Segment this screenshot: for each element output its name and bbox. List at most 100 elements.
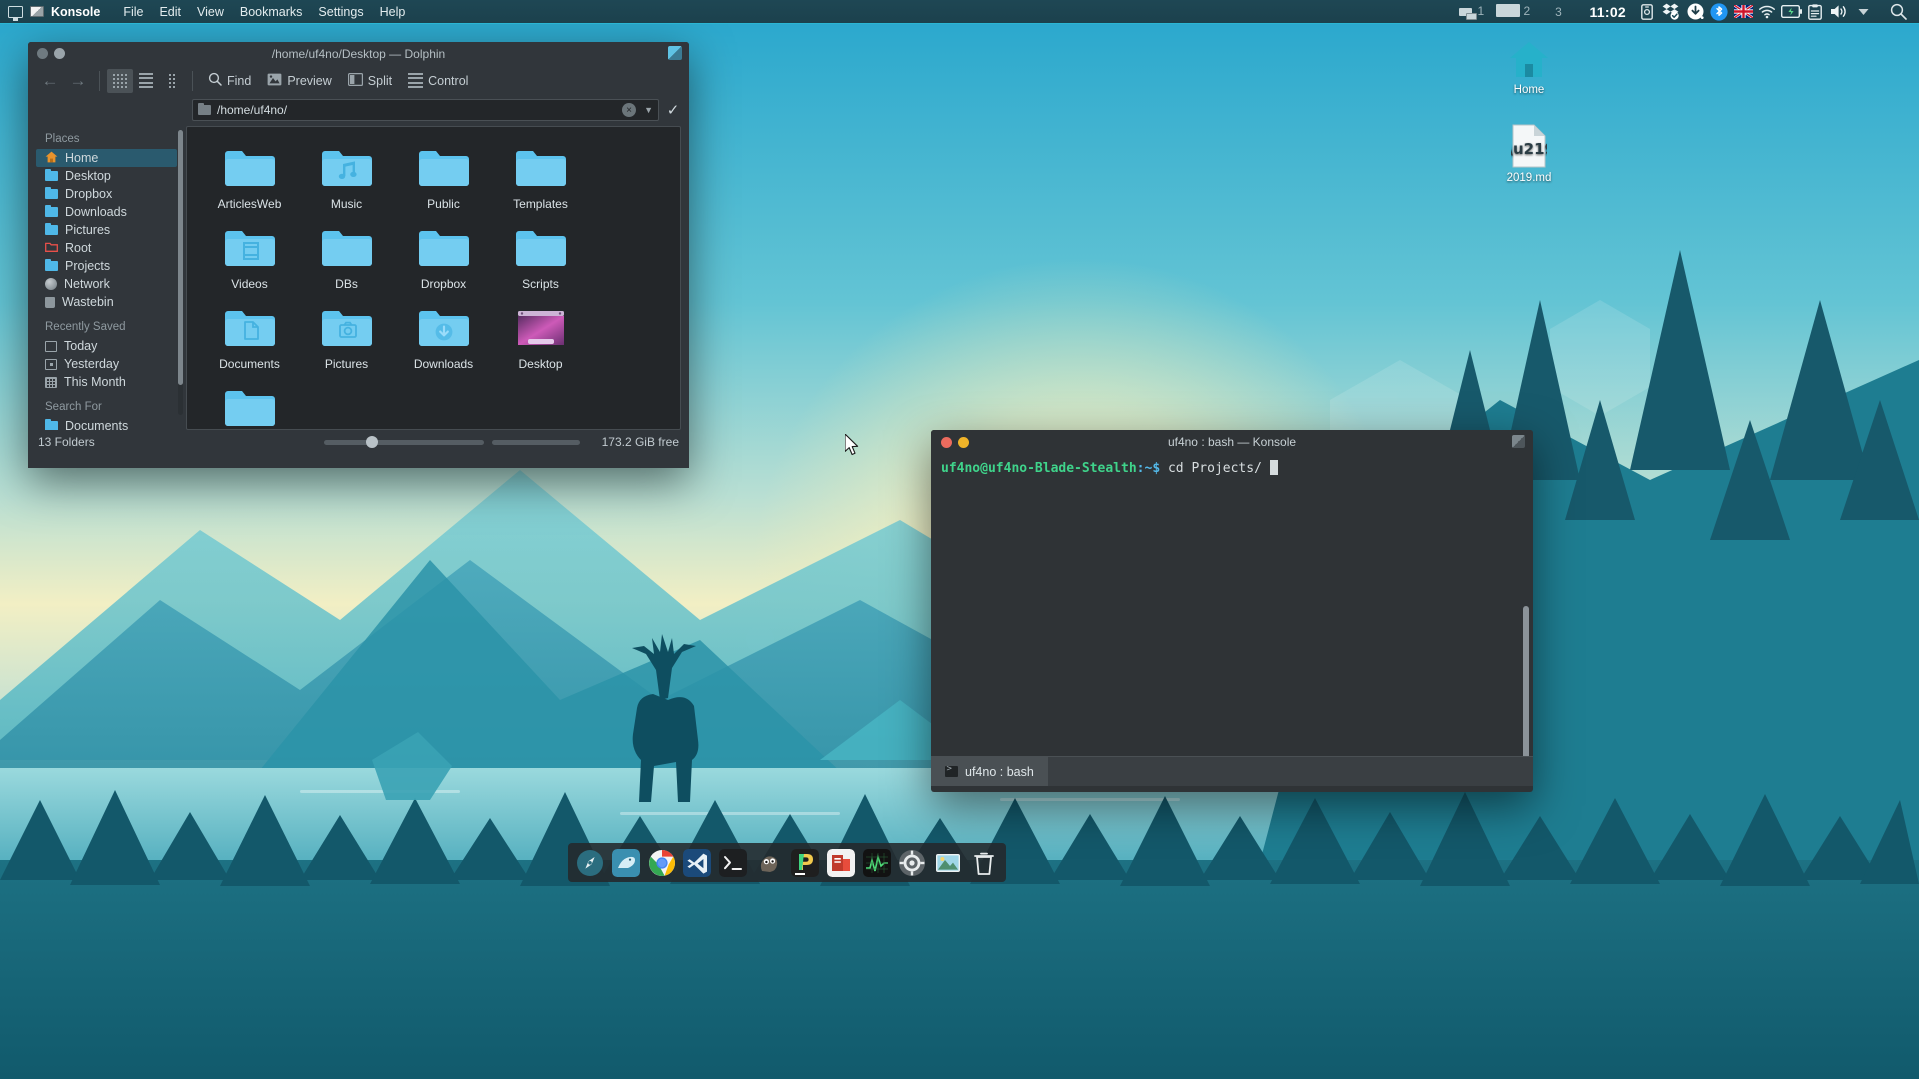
close-button[interactable] xyxy=(37,48,48,59)
sidebar-item-desktop[interactable]: Desktop xyxy=(36,167,186,185)
compact-view-button[interactable] xyxy=(159,69,185,93)
clear-path-button[interactable]: × xyxy=(622,103,636,117)
dock-item-gimp[interactable] xyxy=(753,846,785,880)
file-item[interactable]: Documents xyxy=(201,297,298,371)
find-button[interactable]: Find xyxy=(200,69,259,93)
dock-item-pycharm[interactable] xyxy=(789,846,821,880)
kdeconnect-icon[interactable] xyxy=(1635,0,1659,24)
desktop-icon-home[interactable]: Home xyxy=(1483,30,1575,96)
menu-view[interactable]: View xyxy=(189,5,232,19)
folder-icon xyxy=(198,105,211,115)
dock-item-launcher[interactable] xyxy=(574,846,606,880)
file-item[interactable]: Videos xyxy=(201,217,298,291)
dolphin-body: Places Home Desktop Dropbox Downloads Pi… xyxy=(28,126,689,430)
confirm-path-button[interactable]: ✓ xyxy=(665,101,681,119)
menu-settings[interactable]: Settings xyxy=(310,5,371,19)
file-item[interactable]: Templates xyxy=(492,137,589,211)
menu-help[interactable]: Help xyxy=(372,5,414,19)
file-item[interactable]: Public xyxy=(395,137,492,211)
dock-item-dolphin[interactable] xyxy=(610,846,642,880)
volume-icon[interactable] xyxy=(1827,0,1851,24)
dock-item-trash[interactable] xyxy=(968,846,1000,880)
file-item[interactable]: Projects xyxy=(201,377,298,430)
zoom-slider[interactable] xyxy=(324,440,484,445)
file-item[interactable]: ArticlesWeb xyxy=(201,137,298,211)
close-button[interactable] xyxy=(941,437,952,448)
monitor-icon[interactable] xyxy=(0,6,30,18)
icons-view-button[interactable] xyxy=(107,69,133,93)
sidebar-item-documents[interactable]: Documents xyxy=(36,417,186,430)
dock-item-imageviewer[interactable] xyxy=(932,846,964,880)
file-item[interactable]: Desktop xyxy=(492,297,589,371)
sidebar-item-downloads[interactable]: Downloads xyxy=(36,203,186,221)
file-item[interactable]: DBs xyxy=(298,217,395,291)
bluetooth-icon[interactable] xyxy=(1707,0,1731,24)
file-item[interactable]: Pictures xyxy=(298,297,395,371)
menu-edit[interactable]: Edit xyxy=(151,5,189,19)
tray-expand-icon[interactable] xyxy=(1851,0,1875,24)
window-menu-icon[interactable] xyxy=(668,46,682,60)
dock-item-konsole[interactable] xyxy=(717,846,749,880)
tabbar-empty-space[interactable] xyxy=(1048,757,1533,786)
dock-item-vscode[interactable] xyxy=(681,846,713,880)
dolphin-titlebar[interactable]: /home/uf4no/Desktop — Dolphin xyxy=(28,42,689,65)
window-menu-icon[interactable] xyxy=(1512,435,1525,448)
battery-icon[interactable] xyxy=(1779,0,1803,24)
sidebar-item-this-month[interactable]: This Month xyxy=(36,373,186,391)
dropbox-icon[interactable] xyxy=(1659,0,1683,24)
dock-item-filezilla[interactable] xyxy=(825,846,857,880)
minimize-button[interactable] xyxy=(958,437,969,448)
sidebar-item-home[interactable]: Home xyxy=(36,149,177,167)
dock-item-monitor[interactable] xyxy=(861,846,893,880)
file-grid-pane[interactable]: ArticlesWeb Music Public Templates Video xyxy=(186,126,681,430)
desktop-1[interactable]: 1 xyxy=(1453,0,1495,24)
sidebar-item-label: Today xyxy=(64,339,97,353)
dock-item-chrome[interactable] xyxy=(646,846,678,880)
sidebar-scrollbar[interactable] xyxy=(178,130,183,415)
dolphin-window[interactable]: /home/uf4no/Desktop — Dolphin ← → Find P… xyxy=(28,42,689,468)
sidebar-item-today[interactable]: Today xyxy=(36,337,186,355)
desktop-3[interactable]: 3 xyxy=(1537,0,1579,24)
search-icon[interactable] xyxy=(1886,0,1910,24)
back-button[interactable]: ← xyxy=(36,71,64,91)
chevron-down-icon[interactable]: ▼ xyxy=(642,105,653,115)
file-item[interactable]: Music xyxy=(298,137,395,211)
control-button[interactable]: Control xyxy=(400,69,476,93)
sidebar-item-network[interactable]: Network xyxy=(36,275,186,293)
details-view-button[interactable] xyxy=(133,69,159,93)
scrollbar-thumb[interactable] xyxy=(178,130,183,385)
terminal-scrollbar[interactable] xyxy=(1523,606,1529,756)
zoom-slider-handle[interactable] xyxy=(366,436,378,448)
sidebar-item-dropbox[interactable]: Dropbox xyxy=(36,185,186,203)
forward-button[interactable]: → xyxy=(64,71,92,91)
split-button[interactable]: Split xyxy=(340,69,400,93)
keyboard-layout-icon[interactable] xyxy=(1731,0,1755,24)
desktop-icon-label: Home xyxy=(1483,84,1575,96)
desktop-icon-markdown[interactable]: M\u2193 2019.md xyxy=(1483,118,1575,184)
konsole-window[interactable]: uf4no : bash — Konsole uf4no@uf4no-Blade… xyxy=(931,430,1533,792)
konsole-titlebar[interactable]: uf4no : bash — Konsole xyxy=(931,430,1533,454)
menu-bookmarks[interactable]: Bookmarks xyxy=(232,5,311,19)
sidebar-item-projects[interactable]: Projects xyxy=(36,257,186,275)
file-item[interactable]: Dropbox xyxy=(395,217,492,291)
download-manager-icon[interactable] xyxy=(1683,0,1707,24)
file-item[interactable]: Scripts xyxy=(492,217,589,291)
tab-bash[interactable]: uf4no : bash xyxy=(931,757,1048,786)
sidebar-item-yesterday[interactable]: Yesterday xyxy=(36,355,186,373)
preview-button[interactable]: Preview xyxy=(259,69,339,93)
sidebar-item-pictures[interactable]: Pictures xyxy=(36,221,186,239)
sidebar-item-root[interactable]: Root xyxy=(36,239,186,257)
path-input[interactable]: /home/uf4no/ × ▼ xyxy=(192,99,659,121)
clipboard-icon[interactable] xyxy=(1803,0,1827,24)
minimize-button[interactable] xyxy=(54,48,65,59)
menu-file[interactable]: File xyxy=(115,5,151,19)
clock[interactable]: 11:02 xyxy=(1589,4,1626,20)
sidebar-item-wastebin[interactable]: Wastebin xyxy=(36,293,186,311)
desktop-2[interactable]: 2 xyxy=(1495,0,1537,24)
desktop-number-3: 3 xyxy=(1555,5,1562,19)
wifi-icon[interactable] xyxy=(1755,0,1779,24)
terminal-output[interactable]: uf4no@uf4no-Blade-Stealth:~$ cd Projects… xyxy=(931,454,1533,756)
file-item[interactable]: Downloads xyxy=(395,297,492,371)
dock-item-settings[interactable] xyxy=(896,846,928,880)
markdown-file-icon: M\u2193 xyxy=(1483,118,1575,168)
